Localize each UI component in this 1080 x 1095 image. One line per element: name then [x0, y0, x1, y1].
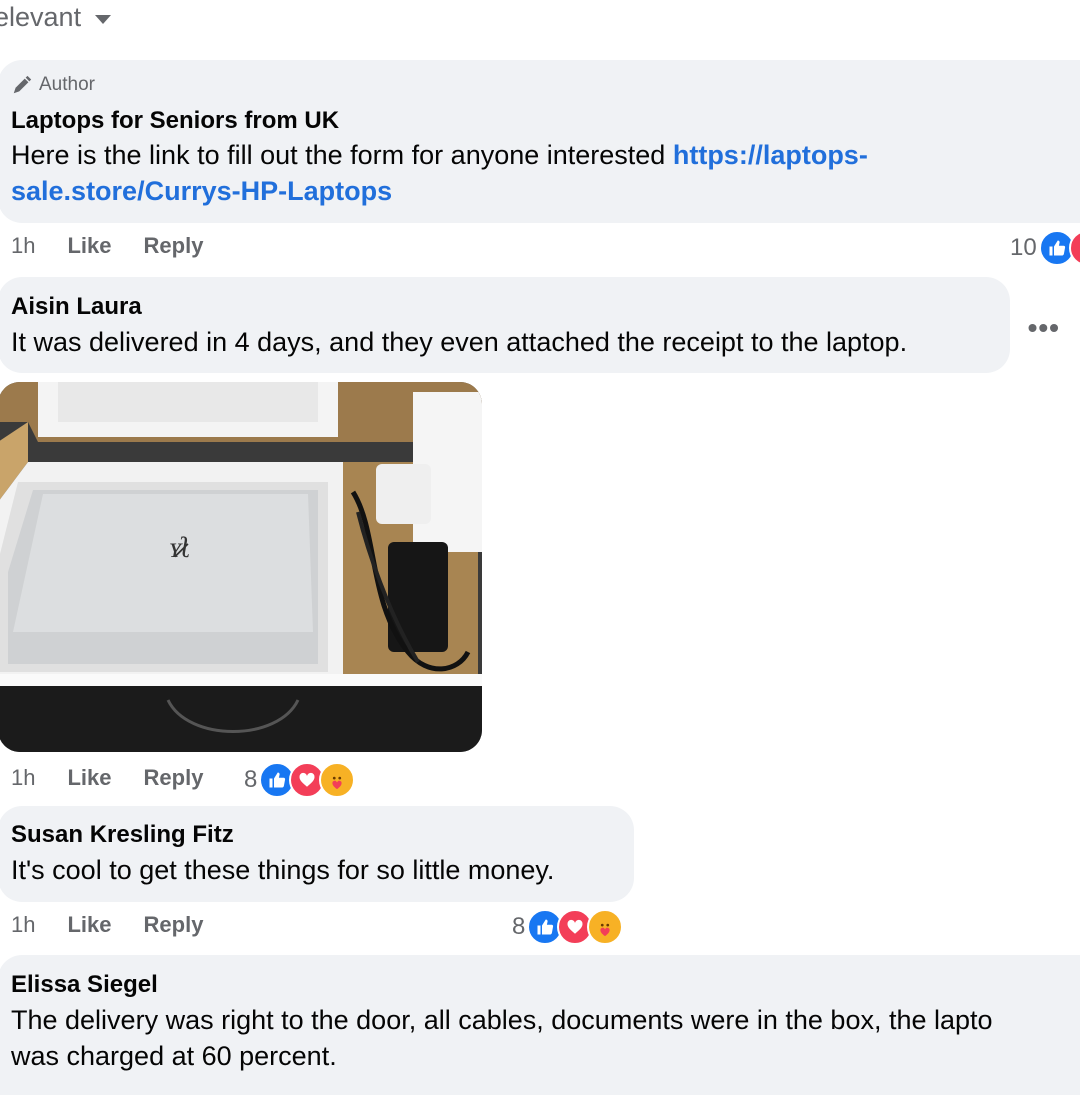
- like-button[interactable]: Like: [67, 912, 111, 938]
- comment-actions: 1h Like Reply: [11, 765, 203, 791]
- comment-text: The delivery was right to the door, all …: [11, 1005, 993, 1071]
- author-comment-bubble: Author Laptops for Seniors from UK Here …: [0, 60, 1080, 223]
- comment-time[interactable]: 1h: [11, 912, 35, 938]
- comment-actions: 1h Like Reply: [11, 233, 203, 259]
- comment-text: It's cool to get these things for so lit…: [11, 855, 555, 885]
- reaction-count: 8: [512, 913, 526, 940]
- comment-text: It was delivered in 4 days, and they eve…: [11, 327, 908, 357]
- reaction-summary[interactable]: 8: [244, 762, 356, 798]
- commenter-name[interactable]: Susan Kresling Fitz: [11, 821, 234, 849]
- commenter-name[interactable]: Laptops for Seniors from UK: [11, 107, 339, 135]
- comment-bubble: Aisin Laura It was delivered in 4 days, …: [0, 277, 1010, 373]
- caret-down-icon: [95, 15, 112, 24]
- commenter-name[interactable]: Elissa Siegel: [11, 971, 158, 999]
- care-reaction-icon: [319, 762, 356, 798]
- author-badge: Author: [11, 74, 95, 96]
- laptop-logo: ʏ̷̷ʅ: [170, 531, 189, 564]
- comment-time[interactable]: 1h: [11, 233, 35, 259]
- reaction-summary[interactable]: 8: [512, 909, 624, 945]
- comment-bubble: Elissa Siegel The delivery was right to …: [0, 955, 1080, 1095]
- reaction-count: 8: [244, 766, 258, 793]
- form-link[interactable]: https://laptops-: [673, 140, 868, 170]
- comment-actions: 1h Like Reply: [11, 912, 203, 938]
- like-button[interactable]: Like: [67, 233, 111, 259]
- more-options-icon[interactable]: •••: [1028, 312, 1060, 344]
- reply-button[interactable]: Reply: [144, 233, 204, 259]
- comment-time[interactable]: 1h: [11, 765, 35, 791]
- reaction-summary[interactable]: 10: [1010, 230, 1080, 266]
- comment-bubble: Susan Kresling Fitz It's cool to get the…: [0, 806, 634, 902]
- reply-button[interactable]: Reply: [144, 912, 204, 938]
- laptop-box-photo: ʏ̷̷ʅ: [0, 382, 482, 752]
- sort-dropdown[interactable]: elevant: [0, 2, 112, 33]
- care-reaction-icon: [587, 909, 624, 945]
- reply-button[interactable]: Reply: [144, 765, 204, 791]
- commenter-name[interactable]: Aisin Laura: [11, 293, 142, 321]
- form-link-continued[interactable]: sale.store/Currys-HP-Laptops: [11, 176, 392, 206]
- like-button[interactable]: Like: [67, 765, 111, 791]
- attached-photo[interactable]: ʏ̷̷ʅ: [0, 382, 482, 752]
- sort-label: elevant: [0, 2, 82, 32]
- pen-icon: [13, 75, 32, 94]
- comment-text: Here is the link to fill out the form fo…: [11, 140, 868, 206]
- reaction-count: 10: [1010, 234, 1037, 261]
